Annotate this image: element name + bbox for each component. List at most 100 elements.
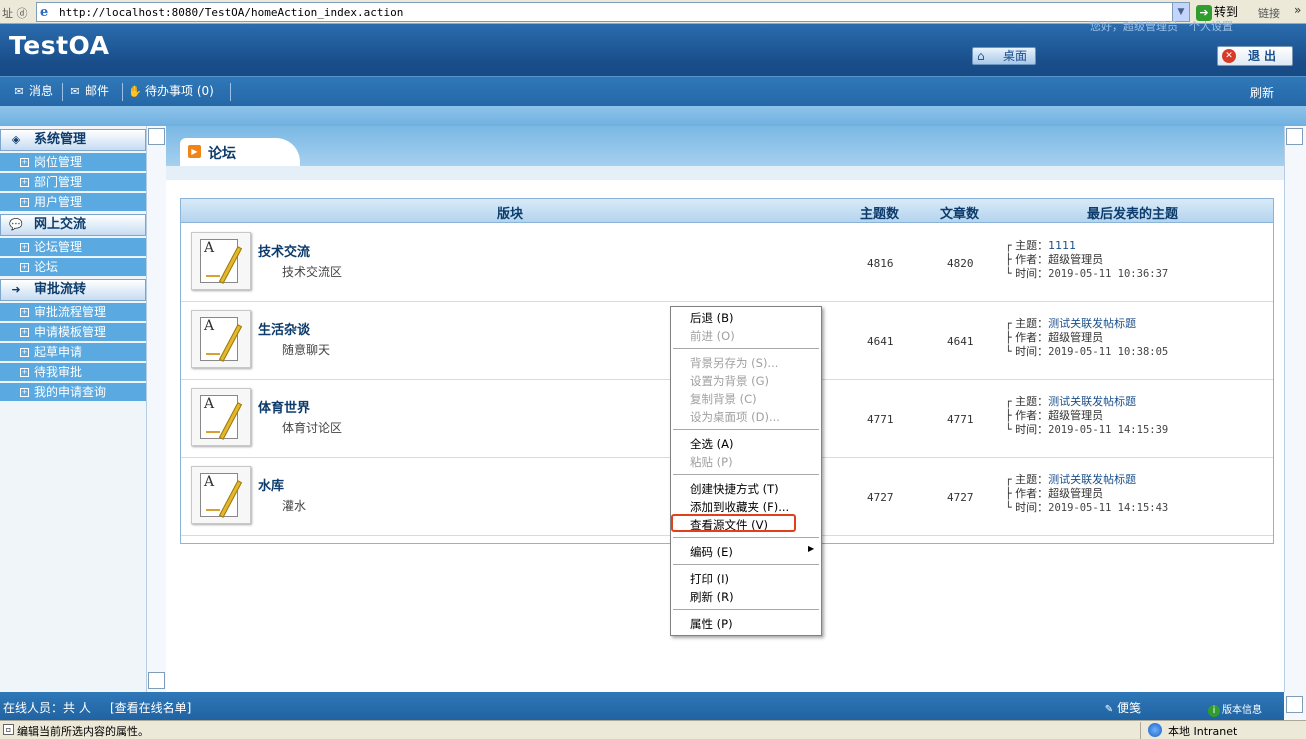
scroll-down-button[interactable] xyxy=(1286,696,1303,713)
chevron-right-icon[interactable]: » xyxy=(1294,3,1301,17)
column-header-topics: 主题数 xyxy=(860,207,900,222)
greeting-text: 您好，超级管理员 个人设置 xyxy=(1090,20,1233,33)
menu-item-select-all[interactable]: 全选 (A) xyxy=(690,436,734,452)
sidebar-item-draft[interactable]: + 起草申请 xyxy=(0,343,146,362)
url-input[interactable]: e http://localhost:8080/TestOA/homeActio… xyxy=(36,2,1190,22)
notes-button[interactable]: ✎ 便笺 xyxy=(1103,699,1141,716)
desktop-button[interactable]: ⌂ 桌面 xyxy=(972,47,1036,65)
note-icon: ✎ xyxy=(1104,704,1114,715)
board-icon: A xyxy=(191,232,251,290)
last-time: 2019-05-11 14:15:43 xyxy=(1048,502,1169,514)
sidebar-item-positions[interactable]: + 岗位管理 xyxy=(0,153,146,172)
context-menu: 后退 (B) 前进 (O) 背景另存为 (S)... 设置为背景 (G) 复制背… xyxy=(670,306,822,636)
menu-item-copy-background[interactable]: 复制背景 (C) xyxy=(690,391,757,407)
last-topic-link[interactable]: 测试关联发帖标题 xyxy=(1048,473,1136,486)
menu-item-encoding[interactable]: 编码 (E) xyxy=(690,544,733,560)
toolbar-todo[interactable]: ✋ 待办事项 (0) xyxy=(128,83,214,101)
sidebar-item-approval-process[interactable]: + 审批流程管理 xyxy=(0,303,146,322)
content-strip xyxy=(166,166,1284,180)
board-title-link[interactable]: 体育世界 xyxy=(258,397,310,416)
content-scrollbar[interactable] xyxy=(1284,126,1306,692)
last-post-info: ┌ 主题：测试关联发帖标题 ├ 作者：超级管理员 └ 时间：2019-05-11… xyxy=(1005,395,1169,436)
menu-item-save-background[interactable]: 背景另存为 (S)... xyxy=(690,355,778,371)
expand-icon: + xyxy=(20,263,29,272)
expand-icon: + xyxy=(20,178,29,187)
links-button[interactable]: 链接 xyxy=(1258,5,1280,21)
menu-item-back[interactable]: 后退 (B) xyxy=(690,310,734,326)
menu-item-add-favorites[interactable]: 添加到收藏夹 (F)... xyxy=(690,499,789,515)
last-author: 超级管理员 xyxy=(1048,331,1104,344)
bottom-bar: 在线人员：共 人 [查看在线名单] ✎ 便笺 i 版本信息 xyxy=(0,692,1306,720)
scroll-up-button[interactable] xyxy=(1286,128,1303,145)
sidebar-item-templates[interactable]: + 申请模板管理 xyxy=(0,323,146,342)
menu-item-forward[interactable]: 前进 (O) xyxy=(690,328,735,344)
last-post-info: ┌ 主题：测试关联发帖标题 ├ 作者：超级管理员 └ 时间：2019-05-11… xyxy=(1005,317,1169,358)
last-topic-link[interactable]: 测试关联发帖标题 xyxy=(1048,317,1136,330)
mail-icon: ✉ xyxy=(70,85,80,98)
sidebar-group-approval[interactable]: ➜ 审批流转 xyxy=(0,279,146,301)
expand-icon: + xyxy=(20,308,29,317)
message-icon: ✉ xyxy=(14,85,24,98)
board-icon: A xyxy=(191,466,251,524)
last-author: 超级管理员 xyxy=(1048,409,1104,422)
menu-item-set-background[interactable]: 设置为背景 (G) xyxy=(690,373,769,389)
version-info-button[interactable]: i 版本信息 xyxy=(1208,701,1262,717)
view-source-highlight xyxy=(671,514,796,532)
menu-item-paste[interactable]: 粘贴 (P) xyxy=(690,454,733,470)
menu-item-set-desktop[interactable]: 设为桌面项 (D)... xyxy=(690,409,780,425)
sidebar-item-forum[interactable]: + 论坛 xyxy=(0,258,146,277)
play-icon: ▶ xyxy=(188,145,201,158)
logout-button[interactable]: ✕ 退出 xyxy=(1217,46,1293,66)
topic-count: 4641 xyxy=(867,335,894,348)
chat-icon: 💬 xyxy=(9,218,23,231)
cube-icon: ◈ xyxy=(11,133,21,146)
board-description: 技术交流区 xyxy=(282,265,343,279)
board-title-link[interactable]: 水库 xyxy=(258,475,284,494)
board-title-link[interactable]: 技术交流 xyxy=(258,241,310,260)
tab-forum[interactable]: ▶ 论坛 xyxy=(180,138,300,166)
board-title-link[interactable]: 生活杂谈 xyxy=(258,319,310,338)
sidebar-item-my-requests[interactable]: + 我的申请查询 xyxy=(0,383,146,402)
menu-item-print[interactable]: 打印 (I) xyxy=(690,571,729,587)
topic-count: 4816 xyxy=(867,257,894,270)
menu-item-properties[interactable]: 属性 (P) xyxy=(690,616,733,632)
status-bar: ▫ 编辑当前所选内容的属性。 本地 Intranet xyxy=(0,720,1306,739)
scroll-up-button[interactable] xyxy=(148,128,165,145)
toolbar-messages[interactable]: ✉ 消息 xyxy=(12,83,53,101)
article-count: 4727 xyxy=(947,491,974,504)
sidebar-item-forum-admin[interactable]: + 论坛管理 xyxy=(0,238,146,257)
sidebar-group-system[interactable]: ◈ 系统管理 xyxy=(0,129,146,151)
toolbar-mail[interactable]: ✉ 邮件 xyxy=(68,83,109,101)
view-online-list-link[interactable]: [查看在线名单] xyxy=(110,699,191,716)
info-icon: i xyxy=(1208,705,1220,717)
last-time: 2019-05-11 10:36:37 xyxy=(1048,268,1169,280)
scroll-down-button[interactable] xyxy=(148,672,165,689)
sidebar-scrollbar[interactable] xyxy=(146,126,166,692)
last-post-info: ┌ 主题：1111 ├ 作者：超级管理员 └ 时间：2019-05-11 10:… xyxy=(1005,239,1169,280)
submenu-arrow-icon: ▶ xyxy=(808,544,815,553)
refresh-link[interactable]: 刷新 xyxy=(1250,84,1274,101)
menu-item-create-shortcut[interactable]: 创建快捷方式 (T) xyxy=(690,481,779,497)
expand-icon: + xyxy=(20,328,29,337)
last-time: 2019-05-11 14:15:39 xyxy=(1048,424,1169,436)
expand-icon: + xyxy=(20,158,29,167)
expand-icon: + xyxy=(20,388,29,397)
bottom-scrollbar[interactable] xyxy=(1284,692,1306,720)
expand-icon: + xyxy=(20,198,29,207)
sidebar-item-pending[interactable]: + 待我审批 xyxy=(0,363,146,382)
sidebar-item-users[interactable]: + 用户管理 xyxy=(0,193,146,212)
sidebar-group-online[interactable]: 💬 网上交流 xyxy=(0,214,146,236)
online-users-text: 在线人员：共 人 xyxy=(3,701,91,715)
last-topic-link[interactable]: 测试关联发帖标题 xyxy=(1048,395,1136,408)
topic-count: 4771 xyxy=(867,413,894,426)
expand-icon: + xyxy=(20,348,29,357)
board-description: 灌水 xyxy=(282,499,307,513)
menu-item-refresh[interactable]: 刷新 (R) xyxy=(690,589,734,605)
column-header-last-topic: 最后发表的主题 xyxy=(1087,207,1179,222)
ie-page-icon: e xyxy=(40,5,49,20)
board-description: 随意聊天 xyxy=(282,343,331,357)
last-topic-link[interactable]: 1111 xyxy=(1048,239,1076,252)
sidebar-item-departments[interactable]: + 部门管理 xyxy=(0,173,146,192)
page-icon: ▫ xyxy=(3,724,14,735)
article-count: 4641 xyxy=(947,335,974,348)
